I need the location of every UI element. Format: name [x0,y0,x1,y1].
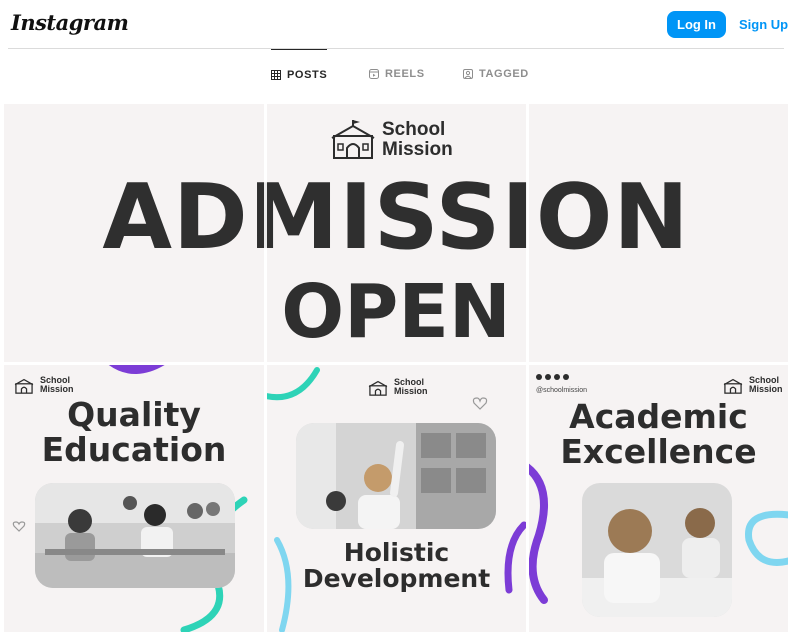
brand-name: School Mission [382,119,453,160]
tile-gap [526,104,529,362]
heart-doodle-icon [12,521,26,532]
student-raising-hand-photo [296,423,496,529]
top-bar: Instagram Log In Sign Up [0,0,792,48]
social-handle: @schoolmission [536,387,588,394]
school-building-icon [723,378,743,394]
school-mission-brand: School Mission [14,376,74,394]
tab-posts[interactable]: POSTS [271,49,328,99]
instagram-icon [554,374,560,380]
school-building-icon [368,380,388,396]
school-mission-brand: School Mission [723,376,783,394]
instagram-logo[interactable]: Instagram [11,10,129,35]
pinterest-icon [563,374,569,380]
purple-swoosh [529,463,548,604]
school-mission-brand: School Mission [330,120,453,160]
signup-link[interactable]: Sign Up [739,17,788,32]
facebook-icon [545,374,551,380]
lightblue-swoosh [745,510,788,566]
tab-posts-label: POSTS [287,68,328,81]
post-title: Quality Education [41,395,227,469]
login-button[interactable]: Log In [667,11,726,38]
post-title: Academic Excellence [560,397,757,471]
tab-tagged[interactable]: TAGGED [463,49,529,99]
tile-gap [264,104,267,362]
tab-tagged-label: TAGGED [479,68,529,80]
teal-swoosh [267,367,320,401]
school-building-icon [331,120,375,159]
social-icons [536,374,569,380]
open-headline: OPEN [281,269,511,355]
grid-icon [271,69,281,80]
purple-swoosh [108,365,165,374]
profile-tabs: POSTS REELS TAGGED [0,49,792,99]
tab-reels-label: REELS [385,68,425,80]
twitter-icon [536,374,542,380]
admission-headline: ADMISSION [102,165,690,270]
classroom-photo [35,483,235,588]
school-mission-brand: School Mission [368,378,428,396]
reels-icon [369,69,379,79]
heart-doodle-icon [472,397,488,410]
school-building-icon [14,378,34,394]
tagged-icon [463,69,473,79]
students-writing-photo [582,483,732,617]
post-title: Holistic Development [302,538,491,594]
tab-reels[interactable]: REELS [369,49,425,99]
